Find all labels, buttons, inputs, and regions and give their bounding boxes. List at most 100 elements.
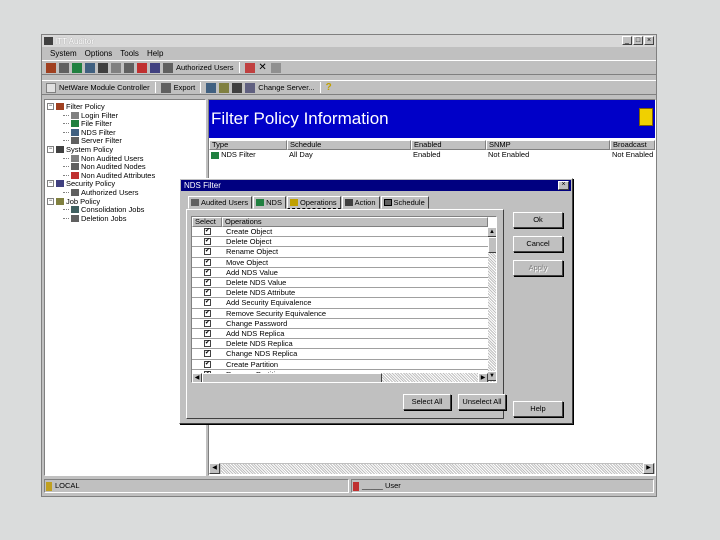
scroll-down-button[interactable]: ▼ — [487, 371, 496, 381]
scroll-thumb[interactable] — [202, 373, 382, 382]
column-snmp[interactable]: SNMP — [486, 140, 610, 150]
maximize-button[interactable]: □ — [633, 36, 643, 45]
operation-checkbox[interactable]: ✔ — [204, 299, 211, 307]
menu-tools[interactable]: Tools — [120, 49, 139, 58]
properties-icon[interactable] — [270, 62, 281, 73]
tab-audited-users[interactable]: Audited Users — [188, 196, 253, 209]
module-controller-button[interactable]: NetWare Module Controller — [59, 83, 150, 92]
server-filter-icon[interactable] — [85, 62, 95, 73]
operation-row[interactable]: ✔ Remove Security Equivalence — [192, 309, 488, 319]
list-vertical-scrollbar[interactable]: ▲ ▼ — [487, 227, 496, 382]
collapse-icon[interactable]: − — [47, 197, 54, 205]
scroll-track[interactable] — [221, 464, 643, 474]
cell-type[interactable]: NDS Filter — [209, 151, 287, 160]
security-icon[interactable] — [150, 62, 160, 73]
server-icon[interactable] — [245, 82, 256, 93]
ok-button[interactable]: Ok — [513, 212, 563, 228]
network-icon[interactable] — [206, 82, 217, 93]
collapse-icon[interactable]: − — [47, 103, 54, 110]
column-enabled[interactable]: Enabled — [411, 140, 486, 150]
change-server-button[interactable]: Change Server... — [258, 83, 314, 92]
operation-checkbox[interactable]: ✔ — [204, 258, 211, 266]
collapse-icon[interactable]: − — [47, 146, 54, 153]
operation-checkbox[interactable]: ✔ — [204, 289, 211, 297]
tab-operations[interactable]: Operations — [286, 196, 341, 209]
scroll-up-button[interactable]: ▲ — [487, 227, 496, 237]
tab-schedule[interactable]: Schedule — [380, 196, 429, 209]
operation-checkbox[interactable]: ✔ — [204, 330, 211, 337]
operation-row[interactable]: ✔ Delete Object — [192, 237, 488, 248]
operation-checkbox[interactable]: ✔ — [204, 268, 211, 276]
operation-label: Add Security Equivalence — [226, 298, 312, 308]
apply-button[interactable]: Apply — [513, 260, 563, 276]
tree-icon[interactable] — [219, 82, 230, 93]
nds-filter-icon[interactable] — [72, 62, 82, 73]
minimize-button[interactable]: _ — [622, 36, 632, 45]
tab-nds[interactable]: NDS — [253, 196, 286, 209]
column-broadcast[interactable]: Broadcast — [610, 140, 655, 150]
select-all-button[interactable]: Select All — [403, 394, 451, 410]
login-filter-icon[interactable] — [46, 62, 56, 73]
operation-row[interactable]: ✔ Create Object — [192, 227, 488, 238]
operation-row[interactable]: ✔ Add NDS Value — [192, 268, 488, 278]
operation-row[interactable]: ✔ Add NDS Replica — [192, 329, 488, 340]
export-icon[interactable] — [160, 82, 171, 93]
menu-options[interactable]: Options — [85, 49, 113, 58]
module-icon[interactable] — [46, 82, 56, 93]
edit-icon[interactable] — [244, 62, 255, 73]
operation-checkbox[interactable]: ✔ — [204, 350, 211, 358]
column-select[interactable]: Select — [192, 217, 222, 227]
file-filter-icon[interactable] — [59, 62, 69, 73]
operation-checkbox[interactable]: ✔ — [204, 238, 211, 246]
collapse-icon[interactable]: − — [47, 180, 54, 188]
operation-row[interactable]: ✔ Delete NDS Attribute — [192, 288, 488, 299]
scroll-right-button[interactable]: ▶ — [643, 463, 654, 474]
operation-row[interactable]: ✔ Create Partition — [192, 360, 488, 370]
printer-icon[interactable] — [232, 82, 243, 93]
help-button[interactable]: Help — [513, 401, 563, 417]
delete-icon[interactable]: ✕ — [258, 62, 268, 73]
operation-row[interactable]: ✔ Change NDS Replica — [192, 349, 488, 360]
operation-checkbox[interactable]: ✔ — [204, 279, 211, 286]
operation-checkbox[interactable]: ✔ — [204, 309, 211, 317]
tree-item[interactable]: Deletion Jobs — [63, 214, 126, 223]
scroll-right-button[interactable]: ▶ — [478, 373, 488, 382]
cell-enabled: Enabled — [413, 151, 441, 159]
scroll-thumb[interactable] — [488, 237, 496, 253]
audited-users-icon — [191, 199, 199, 206]
help-icon[interactable]: ? — [326, 82, 336, 93]
operation-checkbox[interactable]: ✔ — [204, 360, 211, 368]
status-bar: LOCAL _____ User — [42, 477, 656, 495]
attribute-icon[interactable] — [137, 62, 147, 73]
scroll-left-button[interactable]: ◀ — [192, 373, 202, 382]
authorized-users-button[interactable]: Authorized Users — [176, 63, 234, 72]
operation-checkbox[interactable]: ✔ — [204, 340, 211, 348]
horizontal-scrollbar[interactable]: ◀ ▶ — [209, 462, 655, 474]
column-operations[interactable]: Operations — [222, 217, 488, 227]
operation-checkbox[interactable]: ✔ — [204, 248, 211, 256]
close-button[interactable]: × — [644, 36, 654, 45]
dialog-close-button[interactable]: × — [558, 181, 569, 190]
list-horizontal-scrollbar[interactable]: ◀ ▶ — [192, 373, 488, 382]
operation-checkbox[interactable]: ✔ — [204, 319, 211, 327]
cancel-button[interactable]: Cancel — [513, 236, 563, 252]
column-type[interactable]: Type — [209, 140, 287, 150]
operation-row[interactable]: ✔ Rename Object — [192, 247, 488, 258]
tab-action[interactable]: Action — [341, 196, 380, 209]
user-icon[interactable] — [111, 62, 121, 73]
operation-checkbox[interactable]: ✔ — [204, 228, 211, 235]
operation-row[interactable]: ✔ Add Security Equivalence — [192, 298, 488, 309]
column-schedule[interactable]: Schedule — [287, 140, 411, 150]
authorized-users-icon[interactable] — [163, 62, 173, 73]
operation-row[interactable]: ✔ Delete NDS Replica — [192, 339, 488, 350]
menu-system[interactable]: System — [50, 49, 77, 58]
system-icon[interactable] — [98, 62, 108, 73]
export-button[interactable]: Export — [174, 83, 196, 92]
operation-row[interactable]: ✔ Delete NDS Value — [192, 278, 488, 289]
operation-row[interactable]: ✔ Change Password — [192, 319, 488, 329]
unselect-all-button[interactable]: Unselect All — [458, 394, 506, 410]
scroll-left-button[interactable]: ◀ — [209, 463, 220, 474]
menu-help[interactable]: Help — [147, 49, 163, 58]
operation-row[interactable]: ✔ Move Object — [192, 258, 488, 268]
node-icon[interactable] — [124, 62, 134, 73]
